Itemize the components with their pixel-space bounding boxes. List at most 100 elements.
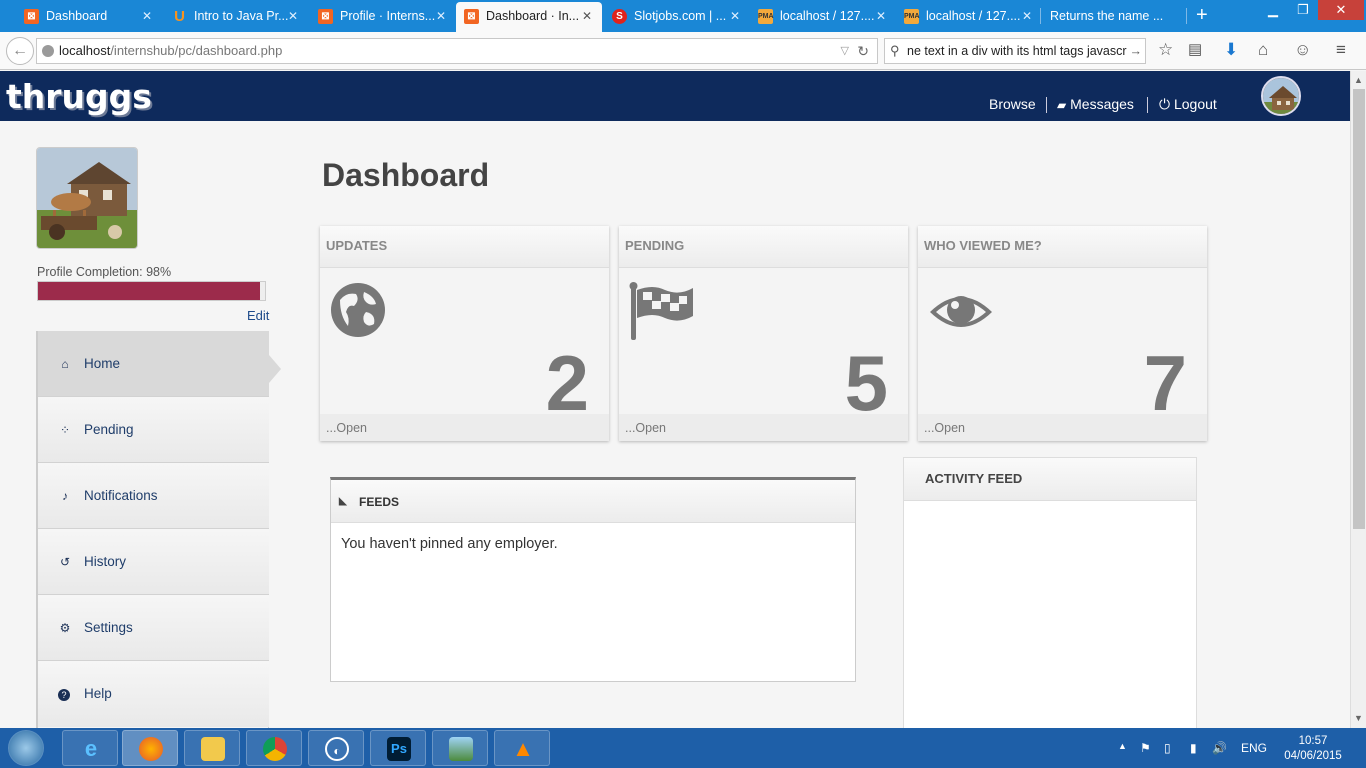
profile-completion-fill bbox=[38, 282, 261, 300]
card-body: 5 bbox=[619, 268, 908, 427]
internet-explorer-icon: e bbox=[84, 736, 98, 761]
browser-tab[interactable]: Returns the name ... bbox=[1036, 2, 1186, 32]
reload-icon[interactable]: ↻ bbox=[857, 39, 869, 63]
user-avatar[interactable] bbox=[1261, 76, 1301, 116]
card-open-link[interactable]: ...Open bbox=[320, 414, 609, 441]
site-logo[interactable]: thruggs bbox=[6, 77, 152, 116]
taskbar-chrome[interactable] bbox=[246, 730, 302, 766]
feeds-empty-message: You haven't pinned any employer. bbox=[341, 536, 558, 552]
taskbar-photos[interactable] bbox=[432, 730, 488, 766]
minimize-button[interactable]: ▁ bbox=[1258, 0, 1288, 20]
card-title: WHO VIEWED ME? bbox=[918, 226, 1207, 268]
close-tab-icon[interactable]: ✕ bbox=[1022, 2, 1032, 30]
taskbar-app[interactable]: ◐ bbox=[308, 730, 364, 766]
taskbar-explorer[interactable] bbox=[184, 730, 240, 766]
search-input[interactable]: ⚲ ne text in a div with its html tags ja… bbox=[884, 38, 1146, 64]
browser-tab[interactable]: PMA localhost / 127.... ✕ bbox=[880, 2, 1040, 32]
xampp-icon: ⊠ bbox=[318, 9, 333, 24]
download-icon[interactable]: ⬇ bbox=[1224, 40, 1238, 60]
taskbar-photoshop[interactable]: Ps bbox=[370, 730, 426, 766]
active-item-pointer bbox=[269, 355, 281, 383]
card-open-link[interactable]: ...Open bbox=[918, 414, 1207, 441]
power-icon: ⏻ bbox=[1159, 96, 1171, 112]
card-body: 2 bbox=[320, 268, 609, 427]
maximize-button[interactable]: ❐ bbox=[1288, 0, 1318, 20]
profile-picture[interactable] bbox=[36, 147, 138, 249]
card-open-link[interactable]: ...Open bbox=[619, 414, 908, 441]
phpmyadmin-icon: PMA bbox=[758, 9, 774, 24]
site-header: thruggs Browse ▰ Messages ⏻ Logout bbox=[0, 71, 1350, 121]
back-button[interactable]: ← bbox=[6, 37, 34, 65]
nav-divider bbox=[1046, 97, 1047, 113]
sidebar-item-notifications[interactable]: ♪ Notifications bbox=[38, 463, 269, 529]
browser-tab[interactable]: PMA localhost / 127.... ✕ bbox=[734, 2, 894, 32]
browser-tab[interactable]: S Slotjobs.com | ... ✕ bbox=[588, 2, 748, 32]
xampp-icon: ⊠ bbox=[464, 9, 479, 24]
home-icon[interactable]: ⌂ bbox=[1258, 40, 1268, 60]
search-go-icon[interactable]: → bbox=[1126, 39, 1142, 63]
tray-expand-icon[interactable]: ▲ bbox=[1118, 741, 1127, 751]
sidebar-item-help[interactable]: ? Help bbox=[38, 661, 269, 727]
profile-completion-bar bbox=[37, 281, 266, 301]
sidebar-item-home[interactable]: ⌂ Home bbox=[38, 331, 269, 397]
clock-date: 04/06/2015 bbox=[1284, 750, 1342, 762]
taskbar-vlc[interactable]: ▲ bbox=[494, 730, 550, 766]
sidebar-nav: ⌂ Home ⁘ Pending ♪ Notifications ↺ Histo… bbox=[36, 331, 269, 731]
browser-tab-bar: ⊠ Dashboard ✕ U Intro to Java Pr... ✕ ⊠ … bbox=[0, 0, 1366, 32]
bell-icon: ♪ bbox=[62, 489, 68, 503]
browse-link[interactable]: Browse bbox=[989, 96, 1036, 112]
phpmyadmin-icon: PMA bbox=[904, 9, 920, 24]
sidebar-item-history[interactable]: ↺ History bbox=[38, 529, 269, 595]
feedback-icon[interactable]: ☺ bbox=[1294, 40, 1311, 60]
sidebar-item-pending[interactable]: ⁘ Pending bbox=[38, 397, 269, 463]
scroll-up-icon[interactable]: ▲ bbox=[1354, 75, 1363, 85]
updates-card: UPDATES 2 ...Open bbox=[320, 226, 609, 441]
taskbar-ie[interactable]: e bbox=[62, 730, 118, 766]
activity-feed-title: ACTIVITY FEED bbox=[904, 458, 1196, 501]
clock[interactable]: 10:57 04/06/2015 bbox=[1282, 734, 1344, 764]
dropdown-icon[interactable]: ▽ bbox=[841, 39, 849, 63]
volume-icon[interactable]: 🔊 bbox=[1212, 741, 1227, 755]
profile-completion-label: Profile Completion: 98% bbox=[37, 265, 172, 279]
network-icon[interactable]: ▮ bbox=[1190, 741, 1197, 755]
slotjobs-icon: S bbox=[612, 9, 627, 24]
messages-link[interactable]: ▰ Messages bbox=[1057, 96, 1134, 112]
page-scrollbar[interactable]: ▲ ▼ bbox=[1350, 71, 1366, 728]
device-icon[interactable]: ▯ bbox=[1164, 741, 1171, 755]
browser-tab-active[interactable]: ⊠ Dashboard · In... ✕ bbox=[456, 2, 602, 32]
bookmark-star-icon[interactable]: ☆ bbox=[1158, 40, 1173, 60]
photo-viewer-icon bbox=[449, 737, 473, 761]
scroll-down-icon[interactable]: ▼ bbox=[1354, 713, 1363, 723]
url-bar[interactable]: localhost/internshub/pc/dashboard.php ▽ … bbox=[36, 38, 878, 64]
browser-tab[interactable]: U Intro to Java Pr... ✕ bbox=[148, 2, 306, 32]
browser-tab[interactable]: ⊠ Profile · Interns... ✕ bbox=[294, 2, 454, 32]
logout-link[interactable]: ⏻ Logout bbox=[1159, 96, 1217, 113]
taskbar-firefox[interactable] bbox=[122, 730, 178, 766]
page-title: Dashboard bbox=[322, 157, 490, 193]
browser-nav-bar: ← localhost/internshub/pc/dashboard.php … bbox=[0, 32, 1366, 70]
history-icon: ↺ bbox=[59, 555, 71, 569]
reading-list-icon[interactable]: ▤ bbox=[1188, 40, 1202, 58]
browser-tab[interactable]: ⊠ Dashboard ✕ bbox=[0, 2, 160, 32]
action-center-icon[interactable]: ⚑ bbox=[1140, 741, 1151, 755]
logout-label: Logout bbox=[1173, 96, 1217, 112]
start-button[interactable] bbox=[8, 730, 44, 766]
pending-card: PENDING 5 ...Open bbox=[619, 226, 908, 441]
close-window-button[interactable]: ✕ bbox=[1318, 0, 1364, 20]
tab-separator bbox=[1186, 8, 1187, 24]
menu-icon[interactable]: ≡ bbox=[1336, 40, 1346, 60]
sidebar-item-settings[interactable]: ⚙ Settings bbox=[38, 595, 269, 661]
sidebar-item-label: Notifications bbox=[84, 488, 158, 503]
scroll-thumb[interactable] bbox=[1353, 89, 1365, 529]
eye-icon bbox=[930, 296, 992, 327]
tab-label: localhost / 127.... bbox=[780, 9, 875, 23]
card-title: UPDATES bbox=[320, 226, 609, 268]
card-body: 7 bbox=[918, 268, 1207, 427]
close-tab-icon[interactable]: ✕ bbox=[436, 2, 446, 30]
sidebar-item-label: Settings bbox=[84, 620, 133, 635]
language-indicator[interactable]: ENG bbox=[1241, 741, 1267, 755]
new-tab-button[interactable]: + bbox=[1196, 4, 1208, 27]
edit-profile-link[interactable]: Edit bbox=[247, 308, 269, 323]
tab-label: Returns the name ... bbox=[1050, 9, 1164, 23]
comments-icon: ▰ bbox=[1057, 98, 1067, 112]
